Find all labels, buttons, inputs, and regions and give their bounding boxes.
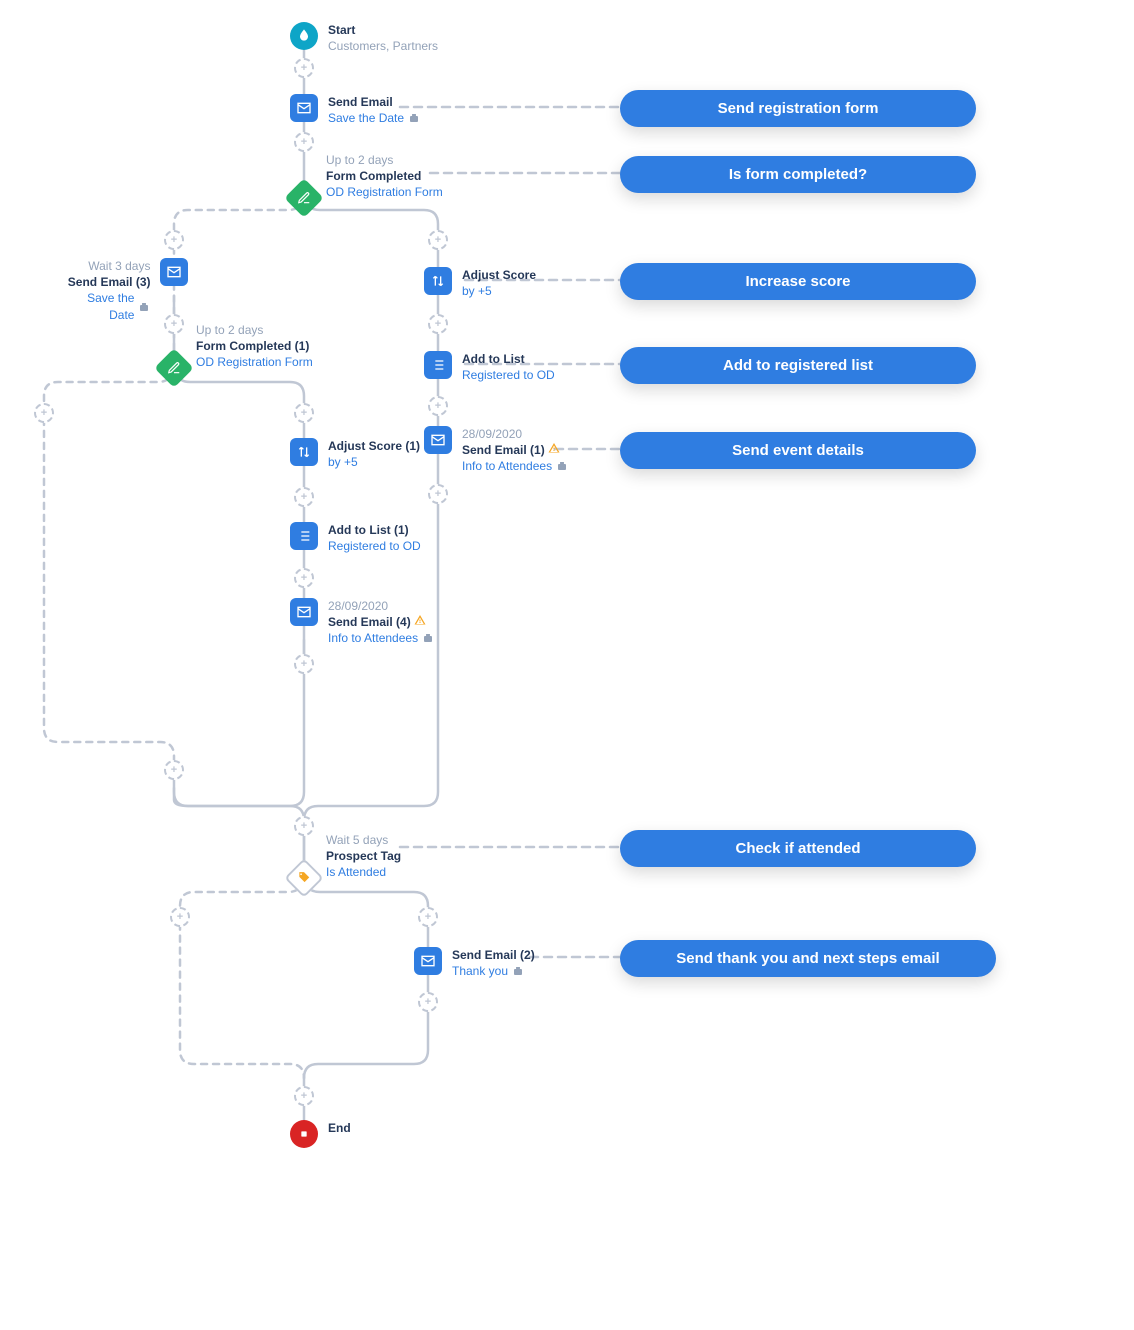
send-email-sub: Save the Date — [328, 110, 404, 126]
add-step[interactable]: + — [164, 760, 184, 780]
mail-icon — [424, 426, 452, 454]
prospect-tag-pre: Wait 5 days — [326, 832, 401, 848]
add-step[interactable]: + — [164, 230, 184, 250]
send-email-4-node[interactable]: 28/09/2020 Send Email (4) Info to Attend… — [290, 598, 434, 647]
add-to-list-sub: Registered to OD — [462, 367, 555, 383]
callout-send-event-details: Send event details — [620, 432, 976, 469]
add-step[interactable]: + — [418, 992, 438, 1012]
prospect-tag-sub: Is Attended — [326, 864, 401, 880]
warning-icon — [414, 614, 426, 626]
send-email-2-sub: Thank you — [452, 963, 508, 979]
send-email-4-sub: Info to Attendees — [328, 630, 418, 646]
add-step[interactable]: + — [294, 403, 314, 423]
end-title: End — [328, 1120, 351, 1136]
start-node[interactable]: Start Customers, Partners — [290, 22, 438, 54]
form-completed-title: Form Completed — [326, 168, 443, 184]
add-step[interactable]: + — [294, 568, 314, 588]
send-email-1-title: Send Email (1) — [462, 443, 545, 457]
mail-icon — [160, 258, 188, 286]
report-icon — [556, 460, 568, 472]
add-step[interactable]: + — [428, 230, 448, 250]
score-icon — [290, 438, 318, 466]
stop-icon — [290, 1120, 318, 1148]
adjust-score-node[interactable]: Adjust Score by +5 — [424, 267, 536, 299]
add-step[interactable]: + — [428, 396, 448, 416]
callout-is-form-completed: Is form completed? — [620, 156, 976, 193]
add-step[interactable]: + — [294, 816, 314, 836]
send-email-node[interactable]: Send Email Save the Date — [290, 94, 420, 126]
report-icon — [138, 301, 150, 313]
send-email-2-node[interactable]: Send Email (2) Thank you — [414, 947, 535, 979]
callout-increase-score: Increase score — [620, 263, 976, 300]
add-step[interactable]: + — [294, 132, 314, 152]
tag-icon — [290, 864, 318, 892]
add-to-list-1-sub: Registered to OD — [328, 538, 421, 554]
form-completed-1-sub: OD Registration Form — [196, 354, 313, 370]
add-step[interactable]: + — [294, 58, 314, 78]
form-completed-1-pre: Up to 2 days — [196, 322, 313, 338]
add-step[interactable]: + — [428, 484, 448, 504]
add-step[interactable]: + — [34, 403, 54, 423]
adjust-score-1-node[interactable]: Adjust Score (1) by +5 — [290, 438, 420, 470]
form-completed-pre: Up to 2 days — [326, 152, 443, 168]
callout-send-registration: Send registration form — [620, 90, 976, 127]
callout-check-attended: Check if attended — [620, 830, 976, 867]
start-title: Start — [328, 22, 438, 38]
adjust-score-sub: by +5 — [462, 283, 536, 299]
send-email-4-pre: 28/09/2020 — [328, 598, 434, 614]
send-email-4-title: Send Email (4) — [328, 615, 411, 629]
start-icon — [290, 22, 318, 50]
start-sub: Customers, Partners — [328, 38, 438, 54]
send-email-3-pre: Wait 3 days — [60, 258, 150, 274]
add-step[interactable]: + — [418, 907, 438, 927]
adjust-score-1-sub: by +5 — [328, 454, 420, 470]
form-icon — [160, 354, 188, 382]
score-icon — [424, 267, 452, 295]
send-email-title: Send Email — [328, 94, 420, 110]
list-icon — [290, 522, 318, 550]
send-email-3-title: Send Email (3) — [60, 274, 150, 290]
prospect-tag-title: Prospect Tag — [326, 848, 401, 864]
add-step[interactable]: + — [294, 654, 314, 674]
callout-add-registered: Add to registered list — [620, 347, 976, 384]
form-icon — [290, 184, 318, 212]
add-step[interactable]: + — [170, 907, 190, 927]
send-email-3-node[interactable]: Wait 3 days Send Email (3) Save the Date — [60, 258, 188, 323]
send-email-1-pre: 28/09/2020 — [462, 426, 568, 442]
warning-icon — [548, 442, 560, 454]
adjust-score-1-title: Adjust Score (1) — [328, 438, 420, 454]
add-step[interactable]: + — [164, 314, 184, 334]
add-to-list-1-node[interactable]: Add to List (1) Registered to OD — [290, 522, 421, 554]
send-email-1-node[interactable]: 28/09/2020 Send Email (1) Info to Attend… — [424, 426, 568, 475]
callout-thank-you: Send thank you and next steps email — [620, 940, 996, 977]
send-email-2-title: Send Email (2) — [452, 947, 535, 963]
form-completed-sub: OD Registration Form — [326, 184, 443, 200]
adjust-score-title: Adjust Score — [462, 267, 536, 283]
add-step[interactable]: + — [294, 487, 314, 507]
add-step[interactable]: + — [294, 1086, 314, 1106]
mail-icon — [290, 598, 318, 626]
add-to-list-1-title: Add to List (1) — [328, 522, 421, 538]
report-icon — [422, 632, 434, 644]
add-to-list-node[interactable]: Add to List Registered to OD — [424, 351, 555, 383]
mail-icon — [290, 94, 318, 122]
end-node[interactable]: End — [290, 1120, 351, 1148]
add-step[interactable]: + — [428, 314, 448, 334]
send-email-1-sub: Info to Attendees — [462, 458, 552, 474]
report-icon — [408, 112, 420, 124]
send-email-3-sub: Save the Date — [60, 290, 134, 322]
list-icon — [424, 351, 452, 379]
add-to-list-title: Add to List — [462, 351, 555, 367]
mail-icon — [414, 947, 442, 975]
form-completed-1-title: Form Completed (1) — [196, 338, 313, 354]
report-icon — [512, 965, 524, 977]
